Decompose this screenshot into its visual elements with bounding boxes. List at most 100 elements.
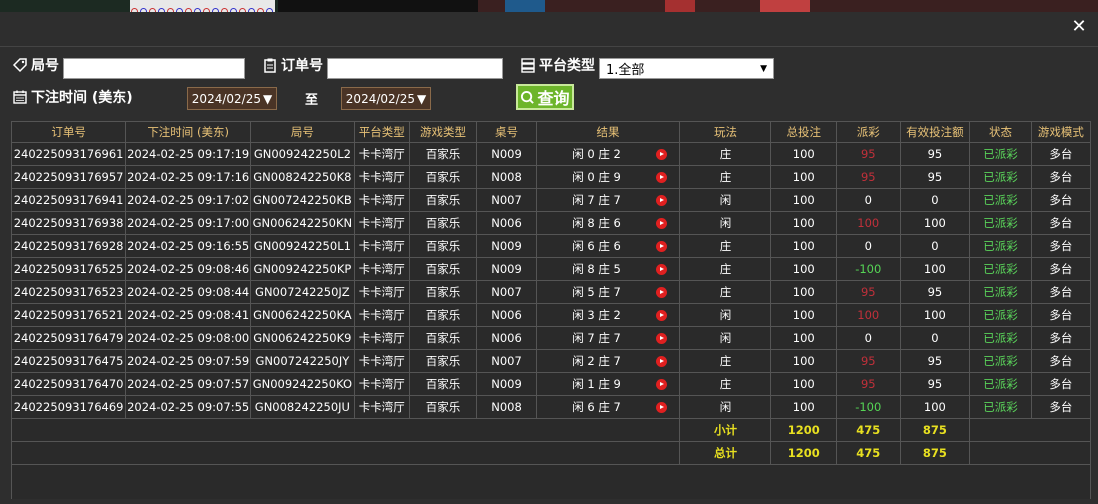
play-replay-icon[interactable] [656,355,668,367]
cell-time: 2024-02-25 09:17:02 [125,188,252,212]
play-replay-icon[interactable] [656,332,668,344]
play-replay-icon[interactable] [656,401,668,413]
cell-platform: 卡卡湾厅 [353,395,410,419]
query-button[interactable]: 查询 [516,84,574,110]
table-row: 240225093176938 2024-02-25 09:17:00 GN0062… [10,211,1092,235]
cell-play: 庄 [679,234,772,258]
grandtotal-total: 1200 [770,441,838,465]
cell-total: 100 [770,349,838,373]
cell-game: 百家乐 [408,234,478,258]
cell-platform: 卡卡湾厅 [353,165,410,189]
cell-table: N007 [476,188,537,212]
column-header[interactable]: 状态 [969,121,1032,143]
play-replay-icon[interactable] [656,378,668,390]
play-replay-icon[interactable] [656,309,668,321]
column-header[interactable]: 有效投注额 [899,121,971,143]
status-badge: 已派彩 [969,280,1032,304]
cell-valid: 95 [899,142,971,166]
background-game-tile [760,0,810,12]
order-input[interactable] [327,58,503,79]
cell-order: 240225093176479 [10,326,127,350]
play-replay-icon[interactable] [656,148,668,160]
status-badge: 已派彩 [969,326,1032,350]
column-header[interactable]: 平台类型 [353,121,410,143]
server-icon [521,58,535,73]
column-header[interactable]: 桌号 [476,121,537,143]
cell-game: 百家乐 [408,257,478,281]
date-from-select[interactable]: 2024/02/25 ▼ [187,87,277,110]
status-badge: 已派彩 [969,303,1032,327]
cell-play: 闲 [679,303,772,327]
cell-mode: 多台 [1030,280,1092,304]
subtotal-label: 小计 [679,418,772,442]
column-header[interactable]: 结果 [535,121,681,143]
cell-total: 100 [770,234,838,258]
cell-game: 百家乐 [408,211,478,235]
to-label: 至 [305,93,319,108]
column-header[interactable]: 派彩 [836,121,901,143]
cell-total: 100 [770,395,838,419]
cell-mode: 多台 [1030,234,1092,258]
table-row: 240225093176521 2024-02-25 09:08:41 GN0062… [10,303,1092,327]
order-label: 订单号 [262,55,323,75]
cell-play: 庄 [679,280,772,304]
column-header[interactable]: 局号 [250,121,355,143]
cell-result: 闲 8 庄 6 [535,211,681,235]
clipboard-icon [264,58,276,73]
cell-table: N009 [476,142,537,166]
cell-result: 闲 0 庄 9 [535,165,681,189]
cell-round: GN007242250JY [250,349,355,373]
status-badge: 已派彩 [969,372,1032,396]
subtotal-payout: 475 [836,418,901,442]
table-row: 240225093176928 2024-02-25 09:16:55 GN0092… [10,234,1092,258]
play-replay-icon[interactable] [656,194,668,206]
cell-platform: 卡卡湾厅 [353,142,410,166]
cell-game: 百家乐 [408,142,478,166]
tag-icon [12,58,27,73]
cell-table: N009 [476,372,537,396]
caret-down-icon: ▼ [416,91,427,106]
play-replay-icon[interactable] [656,286,668,298]
table-row: 240225093176941 2024-02-25 09:17:02 GN0072… [10,188,1092,212]
date-to-select[interactable]: 2024/02/25 ▼ [341,87,431,110]
cell-platform: 卡卡湾厅 [353,257,410,281]
cell-payout: -100 [836,395,901,419]
cell-order: 240225093176475 [10,349,127,373]
round-input[interactable] [63,58,245,79]
cell-round: GN008242250K8 [250,165,355,189]
column-header[interactable]: 总投注 [770,121,838,143]
cell-total: 100 [770,303,838,327]
cell-order: 240225093176928 [10,234,127,258]
result-text: 闲 5 庄 7 [572,285,621,299]
table-row: 240225093176961 2024-02-25 09:17:19 GN0092… [10,142,1092,166]
cell-result: 闲 6 庄 7 [535,395,681,419]
column-header[interactable]: 订单号 [10,121,127,143]
play-replay-icon[interactable] [656,240,668,252]
cell-valid: 0 [899,188,971,212]
cell-valid: 0 [899,326,971,350]
table-body: 240225093176961 2024-02-25 09:17:19 GN0092… [10,142,1092,499]
column-header[interactable]: 玩法 [679,121,772,143]
cell-time: 2024-02-25 09:07:55 [125,395,252,419]
play-replay-icon[interactable] [656,263,668,275]
cell-payout: 95 [836,280,901,304]
column-header[interactable]: 下注时间 (美东) [125,121,252,143]
cell-mode: 多台 [1030,165,1092,189]
cell-table: N007 [476,280,537,304]
play-replay-icon[interactable] [656,217,668,229]
column-header[interactable]: 游戏模式 [1030,121,1092,143]
cell-valid: 100 [899,257,971,281]
cell-time: 2024-02-25 09:08:46 [125,257,252,281]
result-text: 闲 2 庄 7 [572,354,621,368]
empty-row [11,464,1091,499]
close-icon[interactable]: ✕ [1070,18,1088,36]
cell-game: 百家乐 [408,303,478,327]
play-replay-icon[interactable] [656,171,668,183]
cell-platform: 卡卡湾厅 [353,326,410,350]
platform-select[interactable]: 1.全部 ▼ [599,58,774,79]
column-header[interactable]: 游戏类型 [408,121,478,143]
status-badge: 已派彩 [969,234,1032,258]
cell-game: 百家乐 [408,280,478,304]
cell-platform: 卡卡湾厅 [353,280,410,304]
cell-result: 闲 8 庄 5 [535,257,681,281]
